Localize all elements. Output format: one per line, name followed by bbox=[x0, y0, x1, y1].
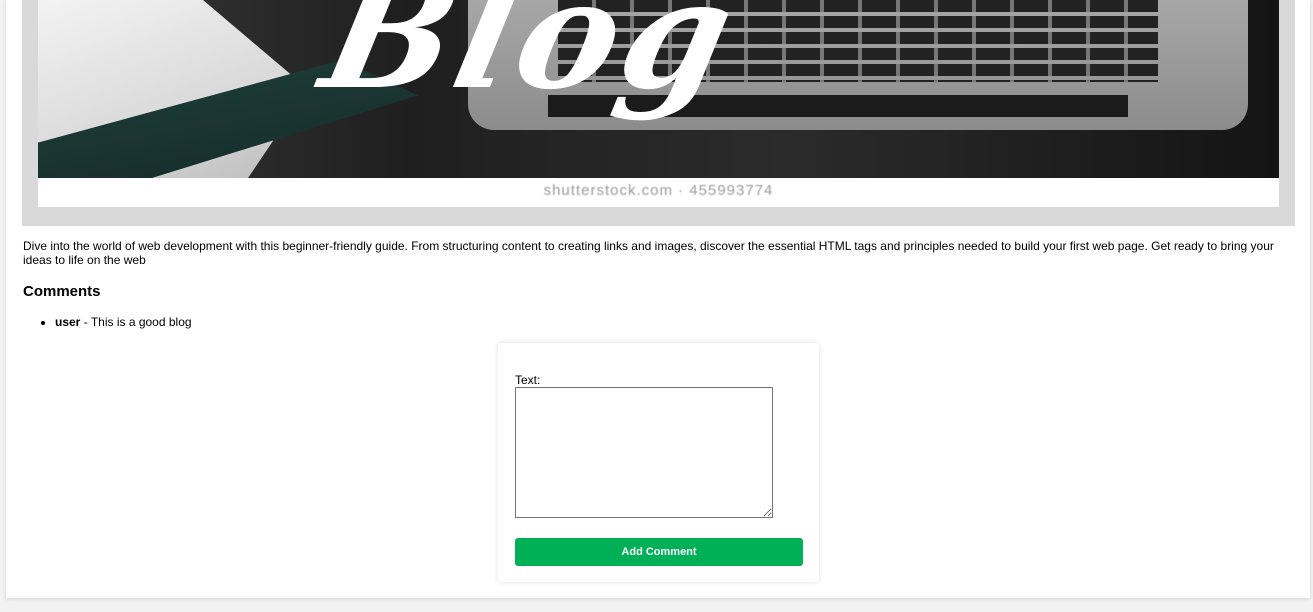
add-comment-form: Text: Add Comment bbox=[498, 343, 819, 582]
comment-item: user - This is a good blog bbox=[55, 314, 192, 330]
comments-list: user - This is a good blog bbox=[23, 314, 192, 330]
text-label: Text: bbox=[515, 373, 541, 387]
comment-author: user bbox=[55, 315, 81, 329]
post-image-frame: Blog shutterstock.com · 455993774 bbox=[22, 0, 1295, 226]
post-page-card: Blog shutterstock.com · 455993774 Dive i… bbox=[6, 0, 1310, 598]
add-comment-button[interactable]: Add Comment bbox=[515, 538, 803, 566]
comment-separator: - bbox=[80, 315, 91, 329]
comment-text-input[interactable] bbox=[515, 387, 773, 518]
image-watermark: shutterstock.com · 455993774 bbox=[543, 182, 774, 199]
comments-heading: Comments bbox=[23, 283, 101, 300]
post-description: Dive into the world of web development w… bbox=[23, 239, 1274, 267]
post-image: Blog shutterstock.com · 455993774 bbox=[38, 0, 1279, 207]
comment-text: This is a good blog bbox=[90, 315, 192, 329]
image-script-lettering: Blog bbox=[309, 0, 752, 123]
